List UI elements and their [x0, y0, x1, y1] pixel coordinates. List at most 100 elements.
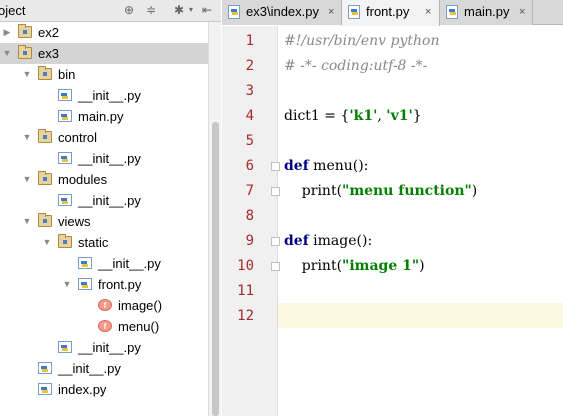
expand-arrow-icon[interactable]: ▶ [2, 22, 12, 43]
python-file-icon [58, 89, 72, 101]
folder-icon [38, 171, 52, 185]
collapse-arrow-icon[interactable]: ▼ [42, 232, 52, 253]
tree-item-file[interactable]: main.py [0, 106, 208, 127]
chevron-down-icon[interactable]: ▾ [184, 3, 198, 17]
project-panel: ▶ex1▶ex2▼ex3▼bin__init__.pymain.py▼contr… [0, 0, 221, 416]
project-view-selector[interactable]: oject [0, 3, 25, 18]
tree-item-label: __init__.py [78, 340, 141, 355]
tree-item-label: views [58, 214, 91, 229]
code-text: print( [284, 183, 343, 199]
tree-item-folder[interactable]: ▼ ex3 [0, 43, 208, 64]
line-number: 4 [245, 108, 254, 124]
tab-ex3-index-py[interactable]: ex3\index.py × [222, 0, 342, 25]
tree-item-function[interactable]: f menu() [0, 316, 208, 337]
python-file-icon [38, 383, 52, 395]
code-keyword: def [284, 158, 309, 174]
folder-icon [38, 129, 52, 143]
line-number: 5 [245, 133, 254, 149]
python-file-icon [58, 110, 72, 122]
tree-item-package[interactable]: ▼ views [0, 211, 208, 232]
collapse-all-icon[interactable]: ≑ [144, 3, 158, 17]
line-number: 2 [245, 58, 254, 74]
tree-scroll-thumb[interactable] [212, 122, 219, 416]
collapse-arrow-icon[interactable]: ▼ [22, 211, 32, 232]
code-editor[interactable] [278, 26, 563, 416]
code-line[interactable]: dict1 = {'k1', 'v1'} [284, 104, 422, 129]
tree-item-file[interactable]: __init__.py [0, 358, 208, 379]
collapse-arrow-icon[interactable]: ▼ [22, 127, 32, 148]
line-number: 12 [237, 308, 254, 324]
code-line[interactable]: print("image 1") [284, 254, 425, 279]
fold-marker-icon[interactable] [271, 237, 280, 246]
target-icon[interactable]: ⊕ [122, 3, 136, 17]
collapse-arrow-icon[interactable]: ▼ [2, 43, 12, 64]
code-line[interactable]: #!/usr/bin/env python [284, 29, 439, 54]
tree-item-label: index.py [58, 382, 107, 397]
fold-marker-icon[interactable] [271, 162, 280, 171]
tree-item-file[interactable]: __init__.py [0, 337, 208, 358]
collapse-arrow-icon[interactable]: ▼ [22, 169, 32, 190]
folder-icon [38, 213, 52, 227]
tree-item-file[interactable]: __init__.py [0, 85, 208, 106]
tree-item-folder[interactable]: ▶ ex2 [0, 22, 208, 43]
tree-item-file[interactable]: ▼ front.py [0, 274, 208, 295]
tree-item-label: control [58, 130, 98, 145]
code-line[interactable]: print("menu function") [284, 179, 477, 204]
line-number: 8 [245, 208, 254, 224]
function-icon: f [98, 320, 112, 332]
line-number: 11 [237, 283, 254, 299]
tree-item-file[interactable]: __init__.py [0, 148, 208, 169]
python-file-icon [348, 5, 360, 19]
tree-item-package[interactable]: ▼ modules [0, 169, 208, 190]
code-line[interactable]: # -*- coding:utf-8 -*- [284, 54, 427, 79]
code-string: "menu function" [342, 183, 472, 199]
code-comment: # -*- coding:utf-8 -*- [284, 58, 428, 74]
python-file-icon [58, 152, 72, 164]
project-toolbar: oject ⊕ ≑ ✱ ▾ ⇤ [0, 0, 221, 22]
line-number: 7 [245, 183, 254, 199]
tab-close-icon[interactable]: × [425, 0, 431, 24]
tab-label: ex3\index.py [246, 4, 319, 19]
hide-panel-icon[interactable]: ⇤ [200, 3, 214, 17]
tree-item-file[interactable]: __init__.py [0, 253, 208, 274]
code-text: print( [284, 258, 343, 274]
tree-item-file[interactable]: index.py [0, 379, 208, 400]
tree-item-function[interactable]: f image() [0, 295, 208, 316]
code-text: dict1 = { [284, 108, 350, 124]
tree-item-package[interactable]: ▼ static [0, 232, 208, 253]
code-text: ) [471, 183, 478, 199]
tree-item-package[interactable]: ▼ bin [0, 64, 208, 85]
tree-item-package[interactable]: ▼ control [0, 127, 208, 148]
code-text: , [377, 108, 387, 124]
code-line[interactable]: def image(): [284, 229, 372, 254]
python-file-icon [58, 341, 72, 353]
tab-main-py[interactable]: main.py × [440, 0, 533, 25]
code-keyword: def [284, 233, 309, 249]
tree-item-label: __init__.py [58, 361, 121, 376]
code-string: 'v1' [386, 108, 413, 124]
tree-item-label: bin [58, 67, 76, 82]
python-file-icon [78, 278, 92, 290]
tab-front-py[interactable]: front.py × [342, 0, 440, 26]
tab-close-icon[interactable]: × [328, 0, 334, 24]
project-tree: ▶ex1▶ex2▼ex3▼bin__init__.pymain.py▼contr… [0, 0, 208, 416]
fold-marker-icon[interactable] [271, 187, 280, 196]
tab-close-icon[interactable]: × [519, 0, 525, 24]
code-line[interactable]: def menu(): [284, 154, 368, 179]
tab-label: front.py [366, 4, 410, 19]
tree-item-label: __init__.py [78, 193, 141, 208]
code-string: "image 1" [342, 258, 420, 274]
python-file-icon [228, 5, 240, 19]
tree-scrollbar[interactable] [208, 22, 221, 416]
python-file-icon [78, 257, 92, 269]
tree-item-file[interactable]: __init__.py [0, 190, 208, 211]
fold-marker-icon[interactable] [271, 262, 280, 271]
tab-label: main.py [464, 4, 510, 19]
tree-item-label: main.py [78, 109, 124, 124]
line-number: 10 [237, 258, 254, 274]
collapse-arrow-icon[interactable]: ▼ [62, 274, 72, 295]
collapse-arrow-icon[interactable]: ▼ [22, 64, 32, 85]
tree-item-label: __init__.py [78, 88, 141, 103]
code-comment: #!/usr/bin/env python [284, 33, 440, 49]
python-file-icon [446, 5, 458, 19]
